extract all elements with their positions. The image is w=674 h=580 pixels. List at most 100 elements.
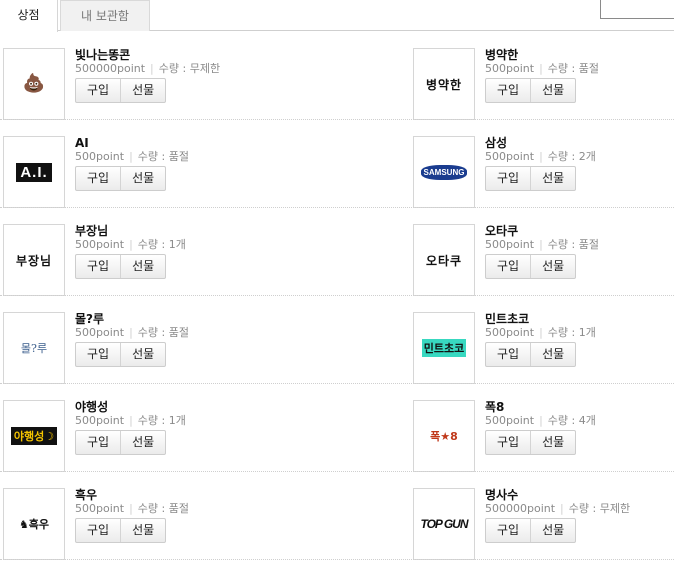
item-actions: 구입 선물 [75,254,167,279]
item-thumbnail[interactable]: TOP GUN [413,488,475,560]
item-actions: 구입 선물 [75,430,167,455]
row-divider [0,383,674,384]
buy-button[interactable]: 구입 [486,343,530,366]
buy-button[interactable]: 구입 [76,255,120,278]
star-logo-icon: 폭★8 [430,430,458,443]
item-actions: 구입 선물 [485,78,577,103]
meta-divider: | [539,238,543,251]
item-thumbnail[interactable]: A.I. [3,136,65,208]
item-price: 500point [485,238,535,251]
item-meta: 500point | 수량 : 품절 [485,238,674,252]
quantity-label: 수량 [158,62,180,75]
night-logo-icon: 야행성☽ [10,427,58,445]
gift-button[interactable]: 선물 [530,255,575,278]
item-meta: 500point | 수량 : 품절 [75,326,275,340]
item-price: 500000point [75,62,146,75]
tab-my-storage[interactable]: 내 보관함 [60,0,150,31]
shop-item: A.I. AI 500point | 수량 : 품절 구입 선물 [3,136,263,208]
gift-button[interactable]: 선물 [530,167,575,190]
item-thumbnail[interactable]: 민트초코 [413,312,475,384]
item-thumbnail[interactable]: 부장님 [3,224,65,296]
item-name: 폭8 [485,400,505,414]
gift-button[interactable]: 선물 [120,519,165,542]
item-thumbnail[interactable]: ♞흑우 [3,488,65,560]
item-meta: 500point | 수량 : 1개 [75,414,275,428]
buy-button[interactable]: 구입 [76,343,120,366]
item-quantity: 2개 [578,150,596,163]
item-meta: 500point | 수량 : 1개 [75,238,275,252]
gift-button[interactable]: 선물 [530,431,575,454]
item-row: ♞흑우 흑우 500point | 수량 : 품절 구입 선물 TOP GUN 명사수 50000… [0,480,674,568]
row-divider [0,559,674,560]
item-thumbnail[interactable]: 폭★8 [413,400,475,472]
quantity-colon: : [158,150,169,163]
item-name: 삼성 [485,136,508,150]
meta-divider: | [129,150,133,163]
row-divider [0,119,674,120]
item-name: 민트초코 [485,312,530,326]
row-divider [0,295,674,296]
gift-button[interactable]: 선물 [120,431,165,454]
buy-button[interactable]: 구입 [486,79,530,102]
text-logo-icon: 오타쿠 [425,253,463,268]
item-thumbnail[interactable]: 몰?루 [3,312,65,384]
item-name: 몰?루 [75,312,105,326]
item-actions: 구입 선물 [485,518,577,543]
shop-item: ♞흑우 흑우 500point | 수량 : 품절 구입 선물 [3,488,263,560]
item-quantity: 4개 [578,414,596,427]
item-meta: 500point | 수량 : 품절 [75,150,275,164]
shop-item: 민트초코 민트초코 500point | 수량 : 1개 구입 선물 [413,312,673,384]
tab-shop[interactable]: 상점 [0,0,58,32]
meta-divider: | [539,326,543,339]
buy-button[interactable]: 구입 [486,431,530,454]
gift-button[interactable]: 선물 [120,167,165,190]
item-row: 몰?루 몰?루 500point | 수량 : 품절 구입 선물 민트초코 민트초코 500poi… [0,304,674,392]
item-thumbnail[interactable]: 오타쿠 [413,224,475,296]
quantity-colon: : [179,62,190,75]
item-thumbnail[interactable]: 💩 [3,48,65,120]
meta-divider: | [560,502,564,515]
quantity-colon: : [158,326,169,339]
gift-button[interactable]: 선물 [120,255,165,278]
buy-button[interactable]: 구입 [76,519,120,542]
item-quantity: 무제한 [599,502,631,515]
tab-bar: 상점 내 보관함 [0,0,674,32]
quantity-label: 수량 [137,414,159,427]
buy-button[interactable]: 구입 [486,519,530,542]
meta-divider: | [129,326,133,339]
gift-button[interactable]: 선물 [530,79,575,102]
buy-button[interactable]: 구입 [486,255,530,278]
buy-button[interactable]: 구입 [76,431,120,454]
gift-button[interactable]: 선물 [120,79,165,102]
gift-button[interactable]: 선물 [120,343,165,366]
item-thumbnail[interactable]: SAMSUNG [413,136,475,208]
shop-item: 몰?루 몰?루 500point | 수량 : 품절 구입 선물 [3,312,263,384]
text-logo-icon: 몰?루 [20,342,48,355]
quantity-label: 수량 [547,326,569,339]
meta-divider: | [539,150,543,163]
quantity-colon: : [568,326,579,339]
buy-button[interactable]: 구입 [76,167,120,190]
item-grid: 💩 빛나는똥콘 500000point | 수량 : 무제한 구입 선물 병약한 병약한 500p… [0,40,674,568]
meta-divider: | [129,414,133,427]
item-row: 야행성☽ 야행성 500point | 수량 : 1개 구입 선물 폭★8 폭8 500point… [0,392,674,480]
text-logo-icon: 부장님 [15,253,53,268]
shop-item: 야행성☽ 야행성 500point | 수량 : 1개 구입 선물 [3,400,263,472]
item-actions: 구입 선물 [75,78,167,103]
ai-logo-icon: A.I. [16,162,52,182]
item-thumbnail[interactable]: 병약한 [413,48,475,120]
buy-button[interactable]: 구입 [486,167,530,190]
item-price: 500point [75,238,125,251]
item-meta: 500000point | 수량 : 무제한 [75,62,275,76]
shop-item: TOP GUN 명사수 500000point | 수량 : 무제한 구입 선물 [413,488,673,560]
search-input[interactable] [600,0,674,19]
item-thumbnail[interactable]: 야행성☽ [3,400,65,472]
meta-divider: | [129,502,133,515]
mint-logo-icon: 민트초코 [421,339,467,357]
item-quantity: 1개 [168,238,186,251]
gift-button[interactable]: 선물 [530,343,575,366]
buy-button[interactable]: 구입 [76,79,120,102]
gift-button[interactable]: 선물 [530,519,575,542]
item-quantity: 품절 [168,502,189,515]
quantity-label: 수량 [547,62,569,75]
